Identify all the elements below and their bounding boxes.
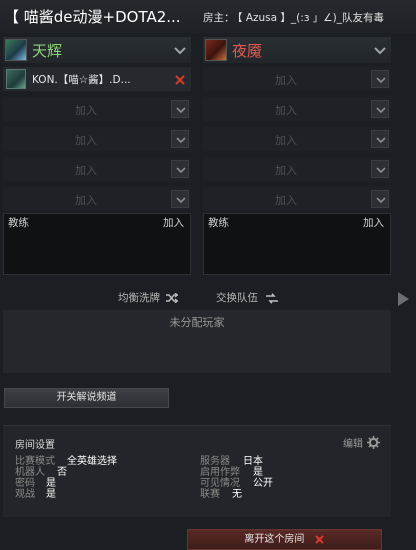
slot-dropdown[interactable] bbox=[371, 100, 389, 118]
join-slot-label[interactable]: 加入 bbox=[203, 132, 369, 148]
radiant-slot-4[interactable]: 加入 bbox=[3, 157, 191, 181]
join-slot-label[interactable]: 加入 bbox=[203, 102, 369, 118]
join-slot-label[interactable]: 加入 bbox=[3, 192, 169, 208]
swap-teams-button[interactable]: 交换队伍 bbox=[216, 290, 279, 305]
dire-slot-5[interactable]: 加入 bbox=[203, 187, 391, 211]
slot-dropdown[interactable] bbox=[371, 70, 389, 88]
slot-dropdown[interactable] bbox=[171, 160, 189, 178]
radiant-team-name: 天辉 bbox=[32, 42, 63, 60]
setting-value: 公开 bbox=[253, 478, 273, 489]
chevron-down-icon[interactable] bbox=[372, 42, 388, 58]
unassigned-players-panel: 未分配玩家 bbox=[3, 310, 391, 373]
dire-team-header: 夜魇 bbox=[203, 37, 391, 63]
slot-dropdown[interactable] bbox=[371, 160, 389, 178]
radiant-slot-1: KON.【喵☆酱】.D... bbox=[3, 67, 191, 91]
swap-label: 交换队伍 bbox=[216, 292, 258, 304]
setting-value: 无 bbox=[232, 489, 242, 500]
join-slot-label[interactable]: 加入 bbox=[203, 72, 369, 88]
toggle-broadcast-channel-button[interactable]: 开关解说频道 bbox=[4, 388, 169, 408]
player-name: KON.【喵☆酱】.D... bbox=[32, 74, 131, 86]
radiant-coach-box: 教练 加入 bbox=[3, 213, 191, 275]
expand-arrow-icon[interactable] bbox=[396, 291, 410, 307]
slot-dropdown[interactable] bbox=[371, 130, 389, 148]
slot-dropdown[interactable] bbox=[371, 190, 389, 208]
radiant-emblem-icon bbox=[5, 39, 27, 61]
join-slot-label[interactable]: 加入 bbox=[3, 132, 169, 148]
join-slot-label[interactable]: 加入 bbox=[203, 162, 369, 178]
join-slot-label[interactable]: 加入 bbox=[203, 192, 369, 208]
shuffle-teams-button[interactable]: 均衡洗牌 bbox=[118, 290, 179, 305]
host-label: 房主： bbox=[203, 12, 235, 24]
setting-value: 全英雄选择 bbox=[67, 456, 117, 467]
host-name: 【 Azusa 】_(:з 」∠)_队友有毒 bbox=[232, 12, 384, 24]
coach-label: 教练 bbox=[208, 217, 229, 229]
coach-join-button[interactable]: 加入 bbox=[163, 215, 184, 230]
join-slot-label[interactable]: 加入 bbox=[3, 102, 169, 118]
kick-player-icon[interactable] bbox=[173, 72, 187, 86]
dire-emblem-icon bbox=[205, 39, 227, 61]
swap-icon bbox=[266, 292, 279, 304]
leave-lobby-label: 离开这个房间 bbox=[244, 534, 305, 545]
slot-dropdown[interactable] bbox=[171, 190, 189, 208]
dire-slot-2[interactable]: 加入 bbox=[203, 97, 391, 121]
setting-label: 联赛 bbox=[200, 489, 220, 500]
chevron-down-icon[interactable] bbox=[172, 42, 188, 58]
unassigned-title: 未分配玩家 bbox=[169, 316, 225, 329]
slot-dropdown[interactable] bbox=[171, 100, 189, 118]
dire-coach-box: 教练 加入 bbox=[203, 213, 391, 275]
radiant-slot-2[interactable]: 加入 bbox=[3, 97, 191, 121]
close-icon bbox=[314, 534, 324, 544]
setting-label: 观战 bbox=[15, 489, 35, 500]
setting-value: 是 bbox=[46, 489, 56, 500]
leave-lobby-button[interactable]: 离开这个房间 bbox=[187, 529, 382, 550]
shuffle-icon bbox=[166, 292, 179, 304]
radiant-slot-3[interactable]: 加入 bbox=[3, 127, 191, 151]
radiant-slot-5[interactable]: 加入 bbox=[3, 187, 191, 211]
dire-slot-4[interactable]: 加入 bbox=[203, 157, 391, 181]
settings-edit-button[interactable]: 编辑 bbox=[343, 435, 363, 450]
dire-slot-3[interactable]: 加入 bbox=[203, 127, 391, 151]
dire-team-name: 夜魇 bbox=[232, 42, 263, 60]
gear-icon[interactable] bbox=[367, 434, 380, 449]
setting-value: 否 bbox=[57, 467, 67, 478]
lobby-title: 【 喵酱de动漫+DOTA2... bbox=[4, 8, 181, 26]
coach-label: 教练 bbox=[8, 217, 29, 229]
settings-title: 房间设置 bbox=[15, 440, 55, 451]
radiant-team-header: 天辉 bbox=[3, 37, 191, 63]
dire-slot-1[interactable]: 加入 bbox=[203, 67, 391, 91]
player-avatar bbox=[6, 69, 26, 89]
coach-join-button[interactable]: 加入 bbox=[363, 215, 384, 230]
slot-dropdown[interactable] bbox=[171, 130, 189, 148]
shuffle-label: 均衡洗牌 bbox=[118, 292, 160, 304]
join-slot-label[interactable]: 加入 bbox=[3, 162, 169, 178]
lobby-settings-panel: 房间设置 编辑 比赛模式 全英雄选择 机器人 否 密码 是 观战 是 服务器 日… bbox=[3, 425, 391, 517]
